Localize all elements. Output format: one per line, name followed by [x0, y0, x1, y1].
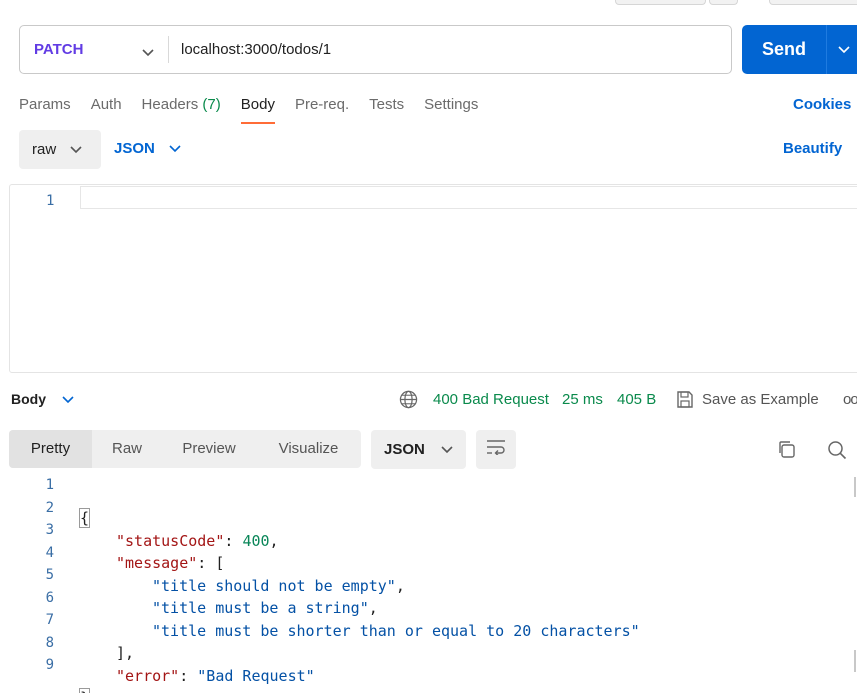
scrollbar-thumb[interactable]	[854, 477, 856, 497]
code-line: 8 "error": "Bad Request"	[0, 633, 315, 685]
code-text: ],	[116, 644, 135, 662]
headers-count: (7)	[202, 96, 221, 113]
tab-label: Pre-req.	[294, 96, 350, 113]
json-sep: :	[179, 667, 198, 685]
line-number: 4	[45, 545, 54, 561]
more-options-icon[interactable]: ooo	[843, 391, 857, 408]
wrap-lines-icon	[486, 439, 506, 460]
line-number: 7	[45, 612, 54, 628]
line-number: 2	[45, 500, 54, 516]
tab-headers[interactable]: Headers (7)	[142, 96, 221, 126]
tab-preview[interactable]: Preview	[162, 430, 256, 468]
tab-label: Body	[240, 96, 275, 113]
current-line-highlight	[80, 186, 857, 209]
json-key: "error"	[116, 667, 180, 685]
code-line: 6 "title must be shorter than or equal t…	[0, 588, 640, 640]
url-input[interactable]: localhost:3000/todos/1	[169, 41, 331, 58]
response-section-label: Body	[11, 391, 46, 407]
json-punct: ,	[269, 532, 279, 550]
body-language-label: JSON	[114, 140, 155, 157]
code-line: 1 {	[0, 475, 91, 528]
code-line: 3 "message": [	[0, 520, 225, 572]
code-text: {	[78, 508, 91, 528]
code-text: }	[78, 688, 91, 693]
tab-label: Params	[19, 96, 71, 113]
line-number: 5	[45, 567, 54, 583]
response-size[interactable]: 405 B	[617, 391, 656, 408]
body-mode-label: raw	[32, 141, 57, 158]
json-punct: ,	[368, 599, 378, 617]
tab-settings[interactable]: Settings	[424, 96, 478, 126]
chevron-down-icon	[142, 44, 154, 62]
tab-raw[interactable]: Raw	[92, 430, 162, 468]
chevron-down-icon	[169, 140, 181, 157]
code-line: 4 "title should not be empty",	[0, 543, 405, 595]
code-line: 7 ],	[0, 610, 135, 662]
chevron-down-icon	[62, 391, 74, 407]
send-button[interactable]: Send	[742, 25, 857, 74]
search-icon[interactable]	[827, 440, 847, 465]
save-icon[interactable]	[676, 390, 694, 414]
toolbar-stub	[769, 0, 857, 5]
toolbar-stub	[709, 0, 738, 5]
response-section-select[interactable]: Body	[11, 391, 74, 407]
method-label: PATCH	[34, 41, 84, 58]
body-language-select[interactable]: JSON	[114, 140, 181, 157]
method-select[interactable]: PATCH	[20, 26, 168, 73]
tab-params[interactable]: Params	[19, 96, 71, 126]
json-sep: :	[197, 554, 216, 572]
code-line: 9 }	[0, 655, 91, 693]
scrollbar-thumb[interactable]	[854, 650, 856, 672]
json-punct: ,	[395, 577, 405, 595]
code-line: 2 "statusCode": 400,	[0, 498, 279, 550]
tab-tests[interactable]: Tests	[369, 96, 404, 126]
response-view-tabs: Pretty Raw Preview Visualize	[9, 430, 361, 468]
send-divider	[826, 25, 827, 74]
globe-icon[interactable]	[399, 390, 418, 414]
chevron-down-icon	[70, 141, 82, 158]
line-number: 1	[46, 193, 55, 209]
line-number: 8	[45, 635, 54, 651]
tab-pretty[interactable]: Pretty	[9, 430, 92, 468]
json-number: 400	[242, 532, 270, 550]
json-string: "title must be shorter than or equal to …	[152, 622, 640, 640]
line-number: 6	[45, 590, 54, 606]
tab-label: Headers	[141, 96, 199, 113]
json-key: "message"	[116, 554, 198, 572]
json-punct: [	[215, 554, 225, 572]
response-format-label: JSON	[384, 441, 425, 458]
json-key: "statusCode"	[116, 532, 225, 550]
tab-body[interactable]: Body	[240, 96, 276, 126]
body-mode-select[interactable]: raw	[19, 130, 101, 169]
cookies-link[interactable]: Cookies	[793, 96, 851, 113]
code-line: 5 "title must be a string",	[0, 565, 378, 617]
chevron-down-icon	[441, 441, 453, 458]
tab-pre-request[interactable]: Pre-req.	[295, 96, 349, 126]
response-time[interactable]: 25 ms	[562, 391, 603, 408]
response-status[interactable]: 400 Bad Request	[433, 391, 549, 408]
tab-label: Settings	[424, 96, 479, 113]
toolbar-stub	[615, 0, 706, 5]
tab-label: Tests	[369, 96, 405, 113]
line-number: 3	[45, 522, 54, 538]
request-body-editor[interactable]: 1	[9, 184, 857, 373]
line-number: 1	[45, 477, 54, 493]
response-format-select[interactable]: JSON	[371, 430, 466, 469]
line-number: 9	[45, 657, 54, 673]
copy-icon[interactable]	[777, 440, 796, 464]
beautify-button[interactable]: Beautify	[783, 140, 842, 157]
tab-auth[interactable]: Auth	[91, 96, 122, 126]
tab-visualize[interactable]: Visualize	[256, 430, 361, 468]
json-string: "title should not be empty"	[152, 577, 396, 595]
json-sep: :	[224, 532, 243, 550]
json-string: "title must be a string"	[152, 599, 369, 617]
request-url-bar: PATCH localhost:3000/todos/1	[19, 25, 732, 74]
save-as-example-button[interactable]: Save as Example	[702, 391, 819, 408]
chevron-down-icon[interactable]	[838, 41, 850, 59]
wrap-lines-button[interactable]	[476, 430, 516, 469]
request-tabs: Params Auth Headers (7) Body Pre-req. Te…	[19, 96, 498, 126]
tab-label: Auth	[90, 96, 122, 113]
json-string: "Bad Request"	[197, 667, 315, 685]
send-label: Send	[761, 39, 806, 59]
